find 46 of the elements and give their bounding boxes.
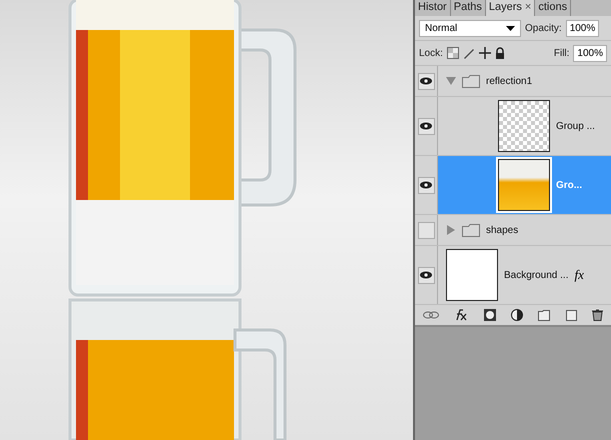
layer-row[interactable]: reflection1 bbox=[415, 66, 611, 97]
layer-thumbnail bbox=[498, 100, 550, 152]
visibility-toggle[interactable] bbox=[418, 266, 434, 284]
new-layer-icon[interactable] bbox=[566, 310, 577, 320]
fx-icon[interactable] bbox=[454, 309, 468, 321]
eye-icon bbox=[420, 122, 432, 130]
mask-icon[interactable] bbox=[484, 309, 496, 321]
eye-icon bbox=[420, 271, 432, 279]
panel-tab[interactable]: Layers × bbox=[486, 0, 536, 16]
folder-icon bbox=[462, 74, 480, 88]
visibility-toggle[interactable] bbox=[418, 72, 434, 90]
caret-icon bbox=[506, 26, 515, 30]
trash-icon[interactable] bbox=[592, 309, 604, 321]
move-icon[interactable] bbox=[478, 47, 491, 59]
layer-name: Gro... bbox=[556, 180, 582, 190]
opacity-label: Opacity: bbox=[525, 22, 562, 34]
panel-tab[interactable]: ctions bbox=[535, 0, 572, 16]
effects-icon: fx bbox=[574, 267, 584, 283]
brush-icon[interactable] bbox=[462, 47, 475, 59]
link-icon[interactable] bbox=[422, 310, 439, 320]
blend-mode-dropdown[interactable]: Normal bbox=[419, 20, 521, 36]
opacity-field[interactable]: 100% bbox=[566, 20, 600, 36]
layer-row[interactable]: Background ... fx bbox=[415, 246, 611, 305]
layer-row[interactable]: shapes bbox=[415, 215, 611, 246]
fill-label: Fill: bbox=[554, 48, 570, 58]
eye-icon bbox=[420, 77, 432, 85]
folder-icon[interactable] bbox=[538, 310, 550, 320]
layer-name: Background ... bbox=[504, 270, 568, 280]
panel-tab[interactable]: Histor bbox=[415, 0, 451, 16]
layer-name: reflection1 bbox=[486, 76, 532, 86]
lock-transparency-icon[interactable] bbox=[446, 47, 459, 59]
fill-field[interactable]: 100% bbox=[573, 44, 607, 62]
visibility-toggle[interactable] bbox=[418, 176, 434, 194]
layer-thumbnail bbox=[446, 249, 498, 301]
layer-thumbnail bbox=[498, 159, 550, 211]
adjustment-icon[interactable] bbox=[510, 309, 523, 321]
layer-name: Group ... bbox=[556, 120, 595, 132]
lock-label: Lock: bbox=[419, 48, 443, 58]
layer-name: shapes bbox=[486, 224, 518, 236]
folder-icon bbox=[462, 224, 480, 236]
lock-icon[interactable] bbox=[494, 47, 505, 59]
visibility-toggle[interactable] bbox=[418, 118, 434, 134]
layer-row[interactable]: Group ... bbox=[415, 97, 611, 156]
close-icon[interactable]: × bbox=[524, 1, 532, 15]
eye-icon bbox=[420, 181, 432, 189]
visibility-toggle[interactable] bbox=[418, 222, 434, 238]
